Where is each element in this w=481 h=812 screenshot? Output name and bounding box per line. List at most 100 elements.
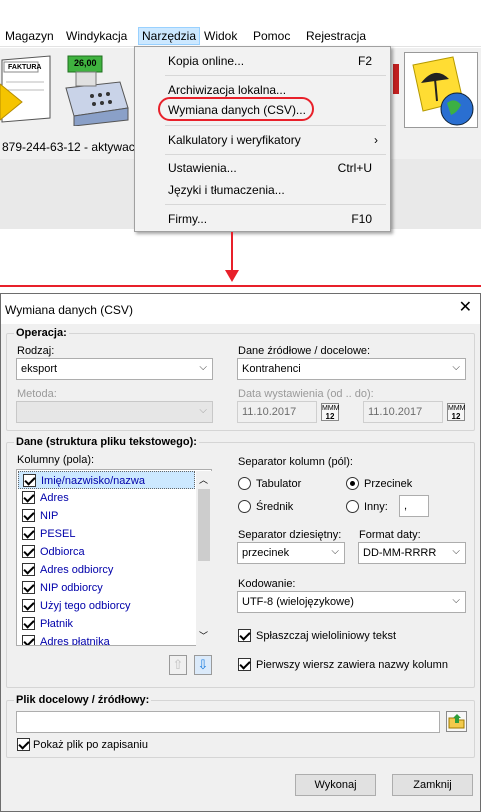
chevron-down-icon: ⌵ [452,595,460,606]
list-item[interactable]: PESEL [18,525,195,543]
column-checkbox[interactable] [22,563,35,576]
column-name: Adres odbiorcy [40,564,114,576]
list-item[interactable]: Adres płatnika [18,633,195,645]
invoice-icon[interactable]: FAKTURA [0,54,52,126]
execute-button[interactable]: Wykonaj [295,774,376,796]
date-range-label: Data wystawienia (od .. do): [238,388,374,400]
menu-item-label: Kopia online... [168,54,245,68]
annotation-divider [0,285,481,287]
calendar-day: 12 [325,412,335,421]
show-file-checkbox[interactable] [17,738,30,751]
menu-pomoc[interactable]: Pomoc [250,28,293,44]
chevron-down-icon: ⌵ [331,546,339,557]
menu-narzedzia[interactable]: Narzędzia [138,27,201,45]
encoding-label: Kodowanie: [238,578,296,590]
date-format-select[interactable]: DD-MM-RRRR ⌵ [358,542,466,564]
flatten-checkbox[interactable] [238,629,251,642]
date-format-label: Format daty: [359,529,421,541]
cash-register-icon[interactable]: 26,00 [64,54,130,127]
list-item[interactable]: NIP odbiorcy [18,579,195,597]
scroll-thumb[interactable] [198,489,210,561]
column-checkbox[interactable] [22,581,35,594]
other-separator-field[interactable]: , [399,495,429,517]
move-up-icon[interactable]: ⇧ [169,655,187,675]
scroll-up-icon[interactable]: ︿ [199,473,208,486]
menu-separator [165,125,386,126]
dialog-title: Wymiana danych (CSV) [5,303,133,317]
column-name: NIP odbiorcy [40,582,103,594]
menu-item-label: Kalkulatory i weryfikatory [168,133,301,147]
columns-list[interactable]: Imię/nazwisko/nazwa Adres NIP PESEL Odbi… [16,469,212,646]
rodzaj-select[interactable]: eksport ⌵ [16,358,213,380]
chevron-down-icon: ⌵ [452,362,460,373]
menu-item-label: Archiwizacja lokalna... [168,83,287,97]
scroll-down-icon[interactable]: ﹀ [199,629,208,642]
submenu-arrow-icon: › [374,133,378,147]
calendar-month: MMM [448,405,466,412]
column-checkbox[interactable] [22,599,35,612]
data-structure-group-title: Dane (struktura pliku tekstowego): [14,436,199,448]
menu-widok[interactable]: Widok [201,28,240,44]
column-name: Odbiorca [40,546,85,558]
menu-item-label: Firmy... [168,212,208,226]
header-row-checkbox[interactable] [238,658,251,671]
tab-label: Tabulator [256,478,302,490]
column-checkbox[interactable] [22,545,35,558]
list-item[interactable]: Adres [18,489,195,507]
menu-windykacja[interactable]: Windykacja [63,28,130,44]
column-checkbox[interactable] [23,474,36,487]
menu-magazyn[interactable]: Magazyn [2,28,57,44]
close-button[interactable]: Zamknij [392,774,473,796]
operation-group-title: Operacja: [14,327,69,339]
metoda-select[interactable]: ⌵ [16,401,213,423]
menu-separator [165,204,386,205]
encoding-select[interactable]: UTF-8 (wielojęzykowe) ⌵ [237,591,466,613]
list-item[interactable]: Płatnik [18,615,195,633]
list-item[interactable]: Użyj tego odbiorcy [18,597,195,615]
other-radio[interactable] [346,500,359,513]
list-item[interactable]: NIP [18,507,195,525]
semicolon-label: Średnik [256,501,294,513]
calendar-to-icon[interactable]: MMM 12 [447,403,466,421]
column-name: Imię/nazwisko/nazwa [41,475,145,487]
narzedzia-menu: Kopia online... F2 Archiwizacja lokalna.… [134,46,391,232]
column-checkbox[interactable] [22,509,35,522]
column-checkbox[interactable] [22,491,35,504]
list-item[interactable]: Adres odbiorcy [18,561,195,579]
move-down-icon[interactable]: ⇩ [194,655,212,675]
close-icon[interactable]: ✕ [459,299,472,317]
rodzaj-value: eksport [21,363,58,375]
file-group-title: Plik docelowy / źródłowy: [14,694,152,706]
highlight-ring [158,97,314,121]
column-name: Płatnik [40,618,74,630]
column-name: Użyj tego odbiorcy [40,600,131,612]
comma-radio[interactable] [346,477,359,490]
calendar-day: 12 [451,412,461,421]
partial-red-icon [393,64,399,94]
list-item[interactable]: Imię/nazwisko/nazwa [18,471,195,489]
register-display: 26,00 [74,58,97,68]
chevron-down-icon: ⌵ [199,362,207,373]
decimal-separator-select[interactable]: przecinek ⌵ [237,542,345,564]
file-path-input[interactable] [16,711,440,733]
decimal-separator-label: Separator dziesiętny: [238,529,342,541]
globe-umbrella-icon[interactable] [404,52,478,128]
column-name: NIP [40,510,59,522]
menu-rejestracja[interactable]: Rejestracja [303,28,369,44]
calendar-from-icon[interactable]: MMM 12 [321,403,340,421]
source-select[interactable]: Kontrahenci ⌵ [237,358,466,380]
list-item[interactable]: Odbiorca [18,543,195,561]
date-from-field[interactable]: 11.10.2017 [237,401,317,423]
date-to-field[interactable]: 11.10.2017 [363,401,443,423]
column-checkbox[interactable] [22,635,35,645]
menu-item-shortcut: Ctrl+U [337,161,372,175]
column-checkbox[interactable] [22,617,35,630]
decimal-separator-value: przecinek [242,547,290,559]
browse-folder-icon[interactable] [446,711,467,732]
columns-label: Kolumny (pola): [17,454,95,466]
columns-scrollbar[interactable]: ︿ ﹀ [196,471,212,646]
column-checkbox[interactable] [22,527,35,540]
encoding-value: UTF-8 (wielojęzykowe) [242,596,354,608]
semicolon-radio[interactable] [238,500,251,513]
tab-radio[interactable] [238,477,251,490]
